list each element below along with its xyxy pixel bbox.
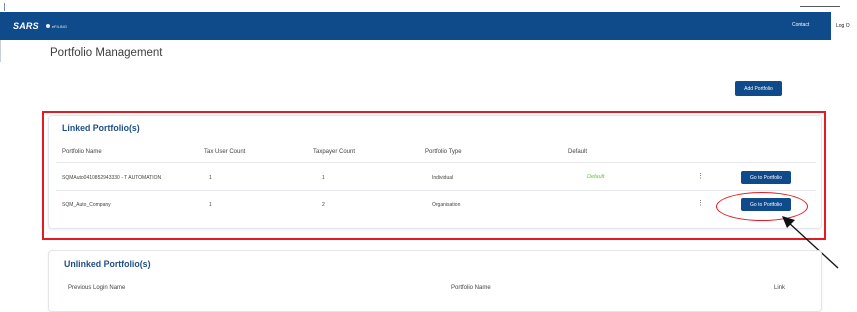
row2-portfolio-name: SQM_Auto_Company — [62, 202, 111, 208]
col-tax-user-count: Tax User Count — [204, 149, 246, 155]
row1-go-to-portfolio-button[interactable]: Go to Portfolio — [741, 171, 791, 184]
row1-portfolio-name: SQMAuto0410852943330 - T AUTOMATION — [62, 175, 162, 181]
brand[interactable]: SARS eFILING — [13, 21, 67, 31]
row-divider — [56, 162, 816, 163]
top-right-rule — [800, 6, 840, 7]
efiling-label: eFILING — [51, 23, 67, 29]
col-link: Link — [774, 285, 786, 291]
linked-portfolios-panel — [48, 115, 822, 229]
col-taxpayer-count: Taxpayer Count — [313, 149, 356, 155]
row1-portfolio-type: Individual — [432, 175, 454, 181]
linked-portfolios-title: Linked Portfolio(s) — [62, 123, 140, 133]
row2-more-options-icon[interactable]: ⋮ — [697, 200, 704, 208]
sars-logo: SARS — [13, 21, 39, 31]
row2-portfolio-type: Organisation — [432, 202, 461, 208]
efiling-logo: eFILING — [45, 23, 67, 29]
top-navbar: SARS eFILING Contact Log O — [0, 12, 857, 40]
left-edge-bar — [0, 40, 1, 62]
page-title: Portfolio Management — [50, 47, 163, 59]
efiling-dot-icon — [45, 24, 50, 28]
add-portfolio-button[interactable]: Add Portfolio — [735, 81, 782, 96]
row1-default-badge: Default — [587, 174, 605, 180]
row2-tax-user-count: 1 — [209, 202, 212, 208]
logout-label: Log O — [836, 23, 850, 29]
top-strip — [0, 0, 857, 12]
logout-link[interactable]: Log O — [831, 12, 857, 40]
top-left-tick — [4, 3, 5, 11]
col-previous-login-name: Previous Login Name — [68, 285, 126, 291]
col-portfolio-name: Portfolio Name — [62, 149, 102, 155]
unlinked-portfolios-panel — [48, 250, 822, 312]
row2-taxpayer-count: 2 — [322, 202, 325, 208]
col-unlinked-portfolio-name: Portfolio Name — [451, 285, 491, 291]
col-portfolio-type: Portfolio Type — [425, 149, 462, 155]
col-default: Default — [568, 149, 588, 155]
row1-taxpayer-count: 1 — [322, 175, 325, 181]
row1-tax-user-count: 1 — [209, 175, 212, 181]
contact-link[interactable]: Contact — [792, 22, 809, 28]
unlinked-portfolios-title: Unlinked Portfolio(s) — [64, 259, 151, 269]
row1-more-options-icon[interactable]: ⋮ — [697, 173, 704, 181]
row-divider — [56, 190, 816, 191]
